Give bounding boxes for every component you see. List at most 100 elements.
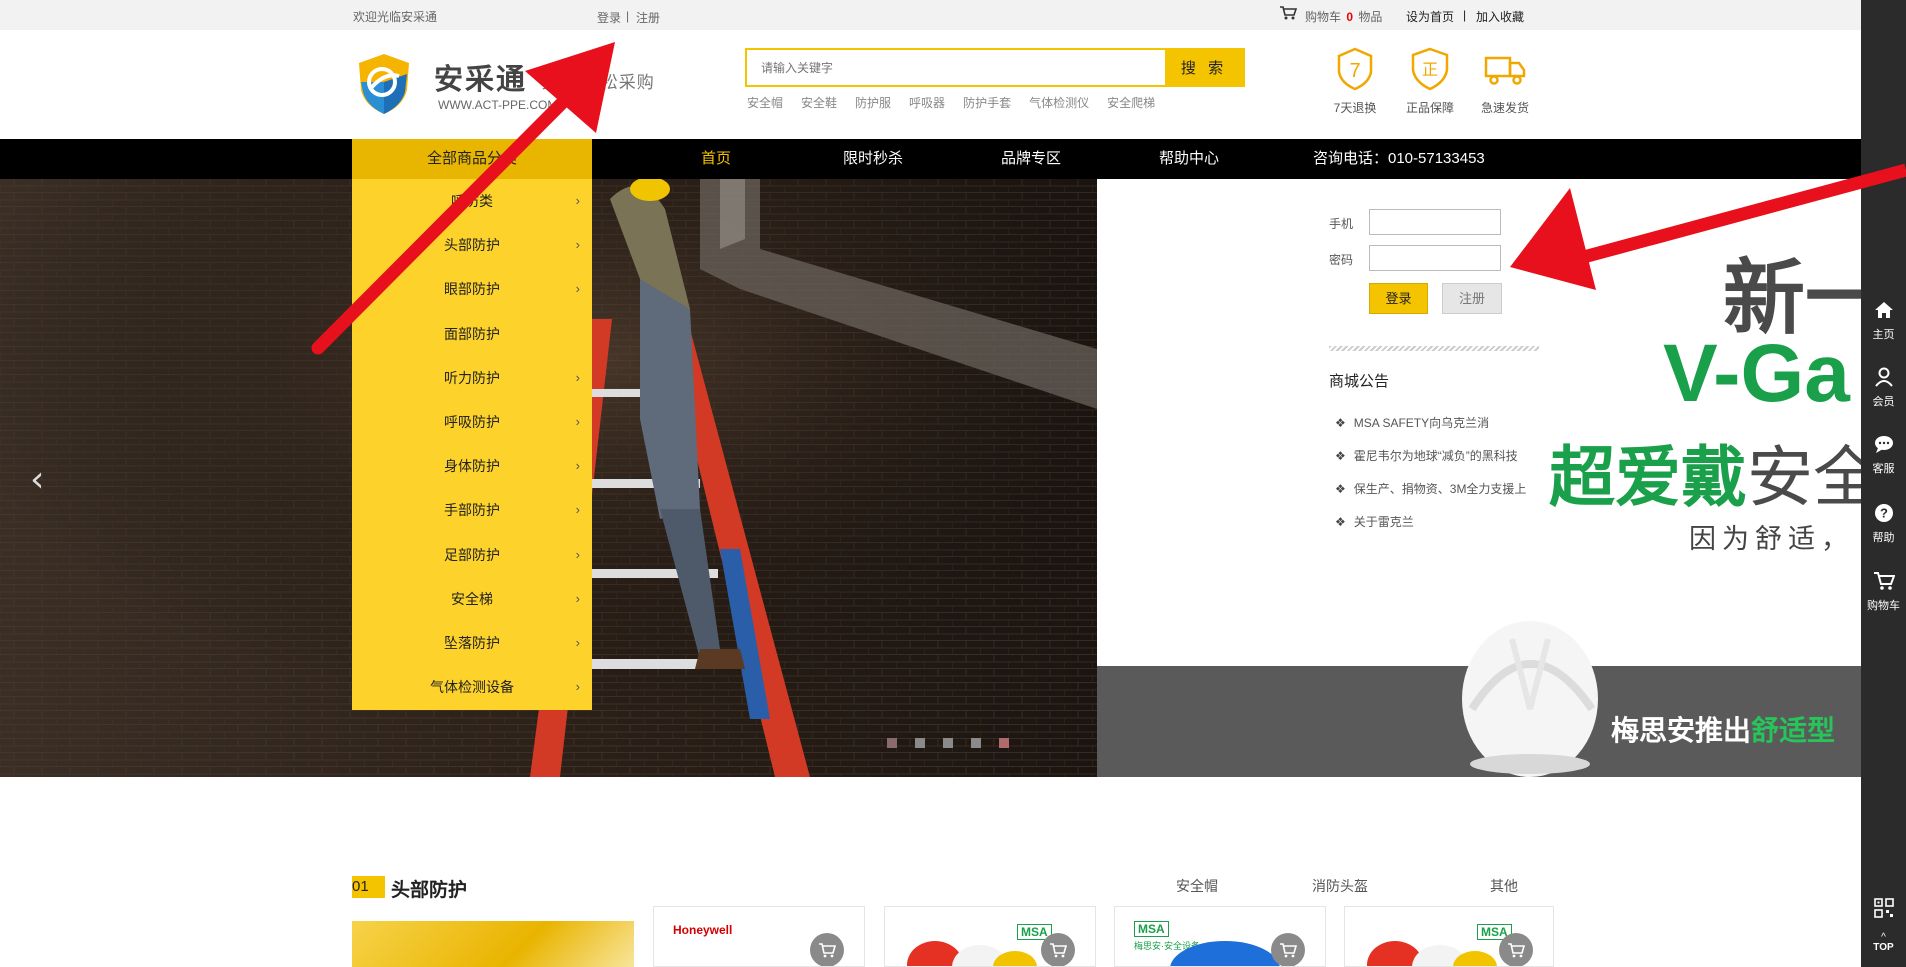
notice-item[interactable]: ❖ 关于雷克兰 [1335,513,1414,530]
category-item[interactable]: 头部防护 › [352,223,592,267]
back-to-top-button[interactable]: ^ TOP [1861,933,1906,954]
svg-text:7: 7 [1349,60,1360,82]
hot-keyword[interactable]: 防护手套 [963,94,1011,111]
notice-text: MSA SAFETY向乌克兰消 [1353,416,1490,430]
cart-icon[interactable] [1279,5,1297,21]
sidebar-item-member[interactable]: 会员 [1861,366,1906,409]
set-home-link[interactable]: 设为首页 [1406,8,1454,25]
cart-count: 0 [1346,10,1354,24]
hot-keyword[interactable]: 防护服 [855,94,891,111]
category-item[interactable]: 面部防护 [352,312,592,356]
cart-link[interactable]: 购物车 0 物品 [1305,8,1382,25]
banner-dot[interactable] [915,738,925,748]
phone-label: 手机 [1329,217,1354,231]
product-card[interactable]: Honeywell [653,906,865,967]
promo-banner[interactable]: 新一 V-Ga 超爱戴安全 因为舒适， 梅思安推出舒适型 手机 密码 [1097,179,1906,777]
banner-dot[interactable] [943,738,953,748]
add-to-cart-button[interactable] [1499,933,1533,966]
chevron-right-icon: › [575,634,580,650]
category-item[interactable]: 足部防护 › [352,533,592,577]
category-item[interactable]: 身体防护 › [352,444,592,488]
hot-keyword[interactable]: 气体检测仪 [1029,94,1089,111]
notice-item[interactable]: ❖ MSA SAFETY向乌克兰消 [1335,414,1489,431]
section-tab[interactable]: 其他 [1490,876,1518,896]
category-label: 呼吸防护 [444,413,500,430]
login-link[interactable]: 登录 [597,9,621,26]
brand-logo: Honeywell [673,923,733,937]
sidebar-item-service[interactable]: 客服 [1861,433,1906,476]
category-item[interactable]: 气体检测设备 › [352,665,592,709]
hot-keyword[interactable]: 安全鞋 [801,94,837,111]
banner-dot[interactable] [887,738,897,748]
separator: | [1463,8,1467,22]
svg-text:?: ? [1880,506,1888,521]
hot-keyword[interactable]: 安全帽 [747,94,783,111]
login-button[interactable]: 登录 [1369,283,1428,314]
nav-home[interactable]: 首页 [701,139,731,179]
sidebar-label: 会员 [1872,396,1895,408]
add-to-cart-button[interactable] [1041,933,1075,966]
category-label: 身体防护 [444,458,500,475]
category-label: 眼部防护 [444,281,500,298]
category-item[interactable]: 呼吸防护 › [352,400,592,444]
logo-icon[interactable] [355,52,413,116]
search-button[interactable]: 搜 索 [1165,50,1243,85]
notice-item[interactable]: ❖ 霍尼韦尔为地球“减负”的黑科技 [1335,447,1518,464]
cart-icon [819,943,837,958]
category-item[interactable]: 眼部防护 › [352,267,592,311]
section-title: 头部防护 [391,880,468,901]
category-item[interactable]: 安全梯 › [352,577,592,621]
nav-flash-sale[interactable]: 限时秒杀 [843,139,903,179]
section-tab[interactable]: 消防头盔 [1312,876,1368,896]
sidebar-item-help[interactable]: ? 帮助 [1861,502,1906,545]
chevron-right-icon: › [575,502,580,518]
bookmark-link[interactable]: 加入收藏 [1476,8,1524,25]
service-delivery: 急速发货 [1475,46,1535,116]
hot-keyword[interactable]: 安全爬梯 [1107,94,1155,111]
sidebar-label: 帮助 [1872,532,1895,544]
register-link[interactable]: 注册 [636,9,660,26]
logo-title[interactable]: 安采通 [434,56,527,98]
cart-icon [1280,943,1298,958]
product-card[interactable]: MSA 梅思安·安全设备 [1114,906,1326,967]
add-to-cart-button[interactable] [810,933,844,966]
register-button[interactable]: 注册 [1442,283,1502,314]
category-item[interactable]: 坠落防护 › [352,621,592,665]
category-label: 气体检测设备 [430,679,514,696]
password-input[interactable] [1369,245,1501,271]
notice-item[interactable]: ❖ 保生产、捐物资、3M全力支援上 [1335,480,1526,497]
section-tab[interactable]: 安全帽 [1176,876,1218,896]
logo-url: WWW.ACT-PPE.COM [438,98,558,112]
search-input[interactable] [747,50,1167,85]
product-card[interactable]: MSA [884,906,1096,967]
category-label: 呼防类 [451,193,493,209]
category-label: 足部防护 [444,546,500,563]
service-genuine: 正 正品保障 [1400,46,1460,116]
service-label: 正品保障 [1405,101,1454,115]
bullet-icon: ❖ [1335,416,1346,430]
banner-dot-active[interactable] [999,738,1009,748]
chevron-right-icon: › [575,546,580,562]
sidebar-item-home[interactable]: 主页 [1861,299,1906,342]
add-to-cart-button[interactable] [1271,933,1305,966]
qrcode-button[interactable] [1861,897,1906,924]
category-item[interactable]: 手部防护 › [352,488,592,532]
top-bar: 欢迎光临安采通 登录 | 注册 购物车 0 物品 设为首页 | 加入收藏 [0,0,1906,30]
all-categories-button[interactable]: 全部商品分类 [352,139,592,179]
chevron-right-icon: › [575,281,580,297]
qrcode-icon [1873,898,1894,918]
banner-dot[interactable] [971,738,981,748]
product-card[interactable]: MSA [1344,906,1554,967]
section-feature-image[interactable] [352,921,634,967]
nav-help[interactable]: 帮助中心 [1159,139,1219,179]
chevron-right-icon: › [575,413,580,429]
brand-logo: MSA [1134,921,1169,937]
banner-prev-arrow[interactable]: ‹ [30,459,44,500]
category-item[interactable]: 呼防类 › [352,179,592,223]
sidebar-item-cart[interactable]: 购物车 [1861,570,1906,613]
phone-input[interactable] [1369,209,1501,235]
cart-icon [1050,943,1068,958]
hot-keyword[interactable]: 呼吸器 [909,94,945,111]
nav-brands[interactable]: 品牌专区 [1001,139,1061,179]
category-item[interactable]: 听力防护 › [352,356,592,400]
